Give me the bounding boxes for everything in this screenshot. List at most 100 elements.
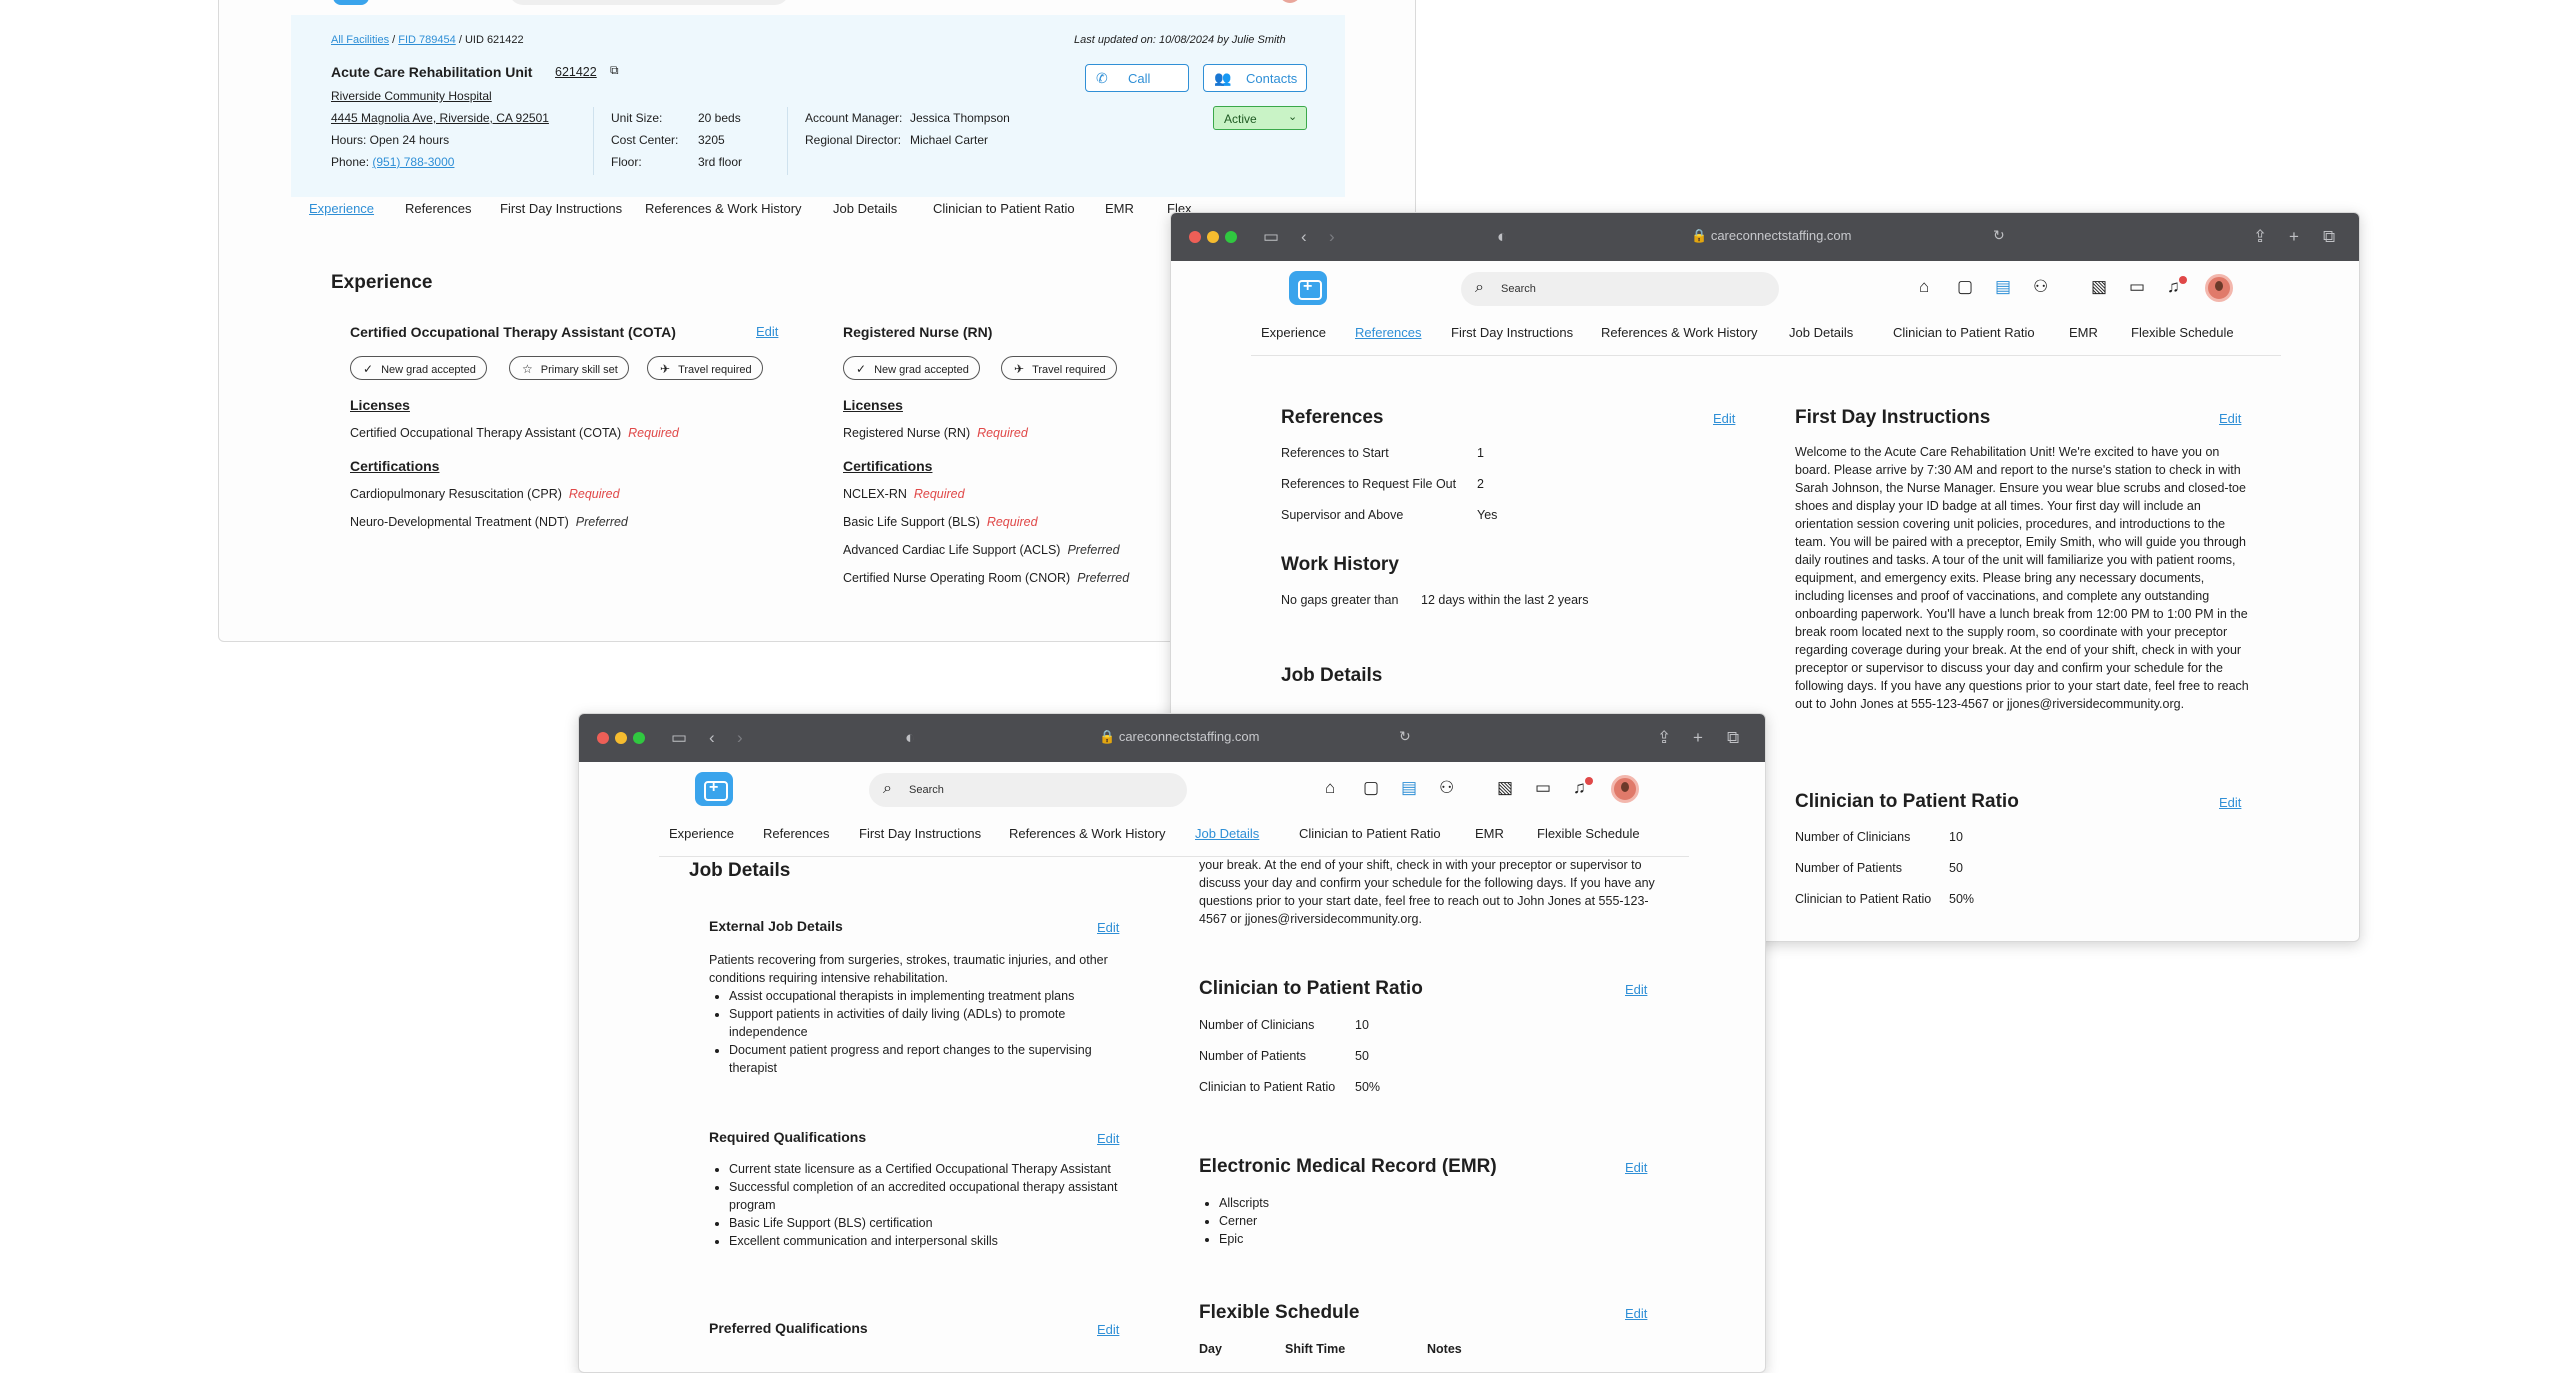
bell-icon[interactable]: ♫ — [2167, 277, 2180, 297]
breadcrumb-all-facilities[interactable]: All Facilities — [331, 34, 389, 46]
hospital-logo-icon[interactable] — [1289, 271, 1327, 305]
tab-emr[interactable]: EMR — [2069, 325, 2098, 340]
back-icon[interactable]: ‹ — [709, 728, 715, 748]
list-item: Epic — [1219, 1230, 1499, 1248]
tab-references[interactable]: References — [763, 826, 829, 841]
tab-refs-work-history[interactable]: References & Work History — [1009, 826, 1166, 841]
unit-id-link[interactable]: 621422 — [555, 65, 597, 79]
rn-chip-travel: ✈ Travel required — [1001, 356, 1117, 380]
url-bar[interactable]: 🔒 careconnectstaffing.com — [1099, 729, 1259, 745]
ratio-value-ratio: 50% — [1949, 892, 1975, 906]
ratio-value-clinicians: 10 — [1355, 1018, 1369, 1032]
reload-icon[interactable]: ↻ — [1993, 227, 2005, 244]
home-icon[interactable]: ⌂ — [1919, 277, 1929, 297]
contacts-button[interactable]: 👥 Contacts — [1203, 64, 1307, 92]
notification-badge — [1585, 777, 1593, 785]
rn-title: Registered Nurse (RN) — [843, 324, 993, 340]
minimize-dot[interactable] — [1207, 231, 1219, 243]
tab-first-day[interactable]: First Day Instructions — [500, 201, 622, 216]
share-icon[interactable]: ⇪ — [2253, 227, 2267, 247]
tab-clinician-ratio[interactable]: Clinician to Patient Ratio — [1299, 826, 1441, 841]
reload-icon[interactable]: ↻ — [1399, 728, 1411, 745]
tab-first-day[interactable]: First Day Instructions — [859, 826, 981, 841]
cota-edit-link[interactable]: Edit — [756, 324, 778, 339]
doc-check-icon[interactable]: ▧ — [1497, 778, 1513, 798]
status-select[interactable]: Active ⌄ — [1213, 106, 1307, 130]
ratio-edit-link[interactable]: Edit — [2219, 795, 2241, 810]
avatar[interactable] — [1611, 775, 1639, 803]
external-text: Patients recovering from surgeries, stro… — [709, 953, 1108, 985]
logo-stub — [333, 0, 369, 5]
tab-job-details[interactable]: Job Details — [1195, 826, 1259, 841]
tab-flexible-schedule[interactable]: Flexible Schedule — [1537, 826, 1640, 841]
tab-references[interactable]: References — [405, 201, 471, 216]
share-icon[interactable]: ⇪ — [1657, 728, 1671, 748]
hospital-link[interactable]: Riverside Community Hospital — [331, 89, 492, 103]
document-icon[interactable]: ▤ — [1995, 277, 2011, 297]
briefcase-icon[interactable]: ▢ — [1363, 778, 1379, 798]
back-icon[interactable]: ‹ — [1301, 227, 1307, 247]
tab-refs-work-history[interactable]: References & Work History — [645, 201, 802, 216]
forward-icon[interactable]: › — [1329, 227, 1335, 247]
ratio-edit-link[interactable]: Edit — [1625, 982, 1647, 997]
external-edit-link[interactable]: Edit — [1097, 920, 1119, 935]
zoom-dot[interactable] — [1225, 231, 1237, 243]
tab-experience[interactable]: Experience — [309, 201, 374, 216]
new-tab-icon[interactable]: + — [1693, 728, 1703, 748]
users-icon[interactable]: ⚇ — [2033, 277, 2048, 297]
ref-label-file-out: References to Request File Out — [1281, 477, 1457, 491]
tab-first-day[interactable]: First Day Instructions — [1451, 325, 1573, 340]
tabs-overview-icon[interactable]: ⧉ — [2323, 227, 2335, 247]
regional-director-value: Michael Carter — [910, 133, 989, 147]
required-edit-link[interactable]: Edit — [1097, 1131, 1119, 1146]
tab-job-details[interactable]: Job Details — [833, 201, 897, 216]
schedule-edit-link[interactable]: Edit — [1625, 1306, 1647, 1321]
home-icon[interactable]: ⌂ — [1325, 778, 1335, 798]
tab-refs-work-history[interactable]: References & Work History — [1601, 325, 1758, 340]
tab-emr[interactable]: EMR — [1475, 826, 1504, 841]
call-button[interactable]: ✆ Call — [1085, 64, 1189, 92]
tab-experience[interactable]: Experience — [1261, 325, 1326, 340]
tab-emr[interactable]: EMR — [1105, 201, 1134, 216]
schedule-col-shift: Shift Time — [1285, 1342, 1346, 1356]
close-dot[interactable] — [597, 732, 609, 744]
search-input[interactable]: ⌕ Search — [1461, 272, 1779, 306]
sidebar-icon[interactable]: ▭ — [1263, 227, 1279, 247]
avatar[interactable] — [2205, 274, 2233, 302]
ratio-label-patients: Number of Patients — [1199, 1049, 1306, 1063]
tab-flexible-schedule[interactable]: Flexible Schedule — [2131, 325, 2234, 340]
preferred-edit-link[interactable]: Edit — [1097, 1322, 1119, 1337]
bell-icon[interactable]: ♫ — [1573, 778, 1586, 798]
tab-experience[interactable]: Experience — [669, 826, 734, 841]
sidebar-icon[interactable]: ▭ — [671, 728, 687, 748]
users-icon[interactable]: ⚇ — [1439, 778, 1454, 798]
tab-references[interactable]: References — [1355, 325, 1421, 340]
phone-link[interactable]: (951) 788-3000 — [372, 155, 454, 169]
forward-icon[interactable]: › — [737, 728, 743, 748]
first-day-edit-link[interactable]: Edit — [2219, 411, 2241, 426]
search-input[interactable]: ⌕ Search — [869, 773, 1187, 807]
tabs-overview-icon[interactable]: ⧉ — [1727, 728, 1739, 748]
window-job-details: ▭ ‹ › ◐ 🔒 careconnectstaffing.com ↻ ⇪ + … — [578, 713, 1766, 1373]
new-tab-icon[interactable]: + — [2289, 227, 2299, 247]
zoom-dot[interactable] — [633, 732, 645, 744]
emr-edit-link[interactable]: Edit — [1625, 1160, 1647, 1175]
tab-clinician-ratio[interactable]: Clinician to Patient Ratio — [1893, 325, 2035, 340]
briefcase-icon[interactable]: ▢ — [1957, 277, 1973, 297]
doc-check-icon[interactable]: ▧ — [2091, 277, 2107, 297]
chat-icon[interactable]: ▭ — [2129, 277, 2145, 297]
url-bar[interactable]: 🔒 careconnectstaffing.com — [1691, 228, 1851, 244]
breadcrumb-fid[interactable]: FID 789454 — [398, 34, 455, 46]
tab-job-details[interactable]: Job Details — [1789, 325, 1853, 340]
close-dot[interactable] — [1189, 231, 1201, 243]
shield-icon: ◐ — [905, 728, 916, 747]
external-link-icon[interactable]: ⧉ — [610, 63, 619, 78]
document-icon[interactable]: ▤ — [1401, 778, 1417, 798]
unit-name: Acute Care Rehabilitation Unit — [331, 64, 533, 80]
references-edit-link[interactable]: Edit — [1713, 411, 1735, 426]
chat-icon[interactable]: ▭ — [1535, 778, 1551, 798]
minimize-dot[interactable] — [615, 732, 627, 744]
address-link[interactable]: 4445 Magnolia Ave, Riverside, CA 92501 — [331, 111, 549, 125]
tab-clinician-ratio[interactable]: Clinician to Patient Ratio — [933, 201, 1075, 216]
hospital-logo-icon[interactable] — [695, 772, 733, 806]
